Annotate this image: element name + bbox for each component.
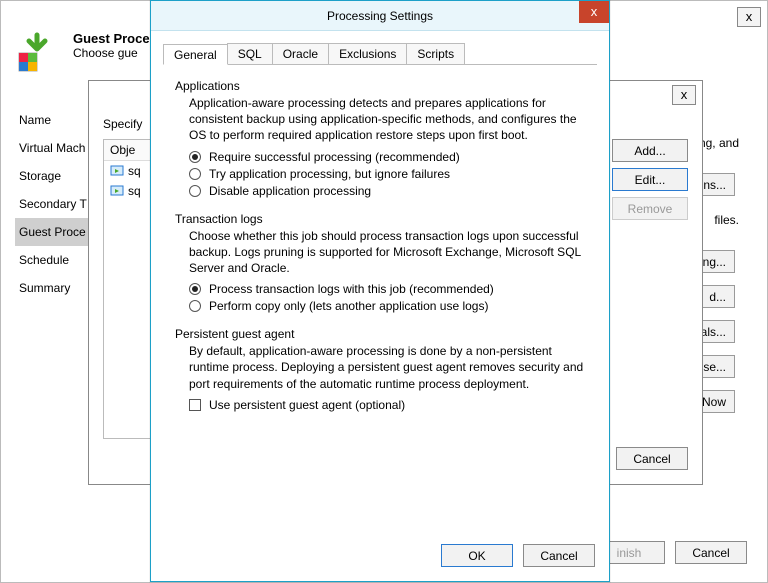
- radio-icon: [189, 300, 201, 312]
- radio-process-logs[interactable]: Process transaction logs with this job (…: [189, 282, 589, 296]
- radio-icon: [189, 168, 201, 180]
- radio-label: Process transaction logs with this job (…: [209, 282, 494, 296]
- list-item-label: sq: [128, 164, 141, 178]
- section-transaction-logs: Transaction logs Choose whether this job…: [163, 212, 597, 314]
- cancel-button[interactable]: Cancel: [616, 447, 688, 470]
- radio-copy-only[interactable]: Perform copy only (lets another applicat…: [189, 299, 589, 313]
- list-item-label: sq: [128, 184, 141, 198]
- dialog-body: General SQL Oracle Exclusions Scripts Ap…: [163, 43, 597, 531]
- tab-oracle[interactable]: Oracle: [272, 43, 329, 64]
- close-button[interactable]: x: [672, 85, 696, 105]
- ok-button[interactable]: OK: [441, 544, 513, 567]
- radio-label: Require successful processing (recommend…: [209, 150, 460, 164]
- tab-strip: General SQL Oracle Exclusions Scripts: [163, 43, 597, 65]
- wizard-footer: inish Cancel: [593, 541, 747, 564]
- radio-disable[interactable]: Disable application processing: [189, 184, 589, 198]
- radio-icon: [189, 283, 201, 295]
- tab-general[interactable]: General: [163, 44, 228, 65]
- objects-footer: Cancel: [616, 447, 688, 470]
- radio-label: Disable application processing: [209, 184, 371, 198]
- edit-button[interactable]: Edit...: [612, 168, 688, 191]
- dialog-titlebar[interactable]: Processing Settings x: [151, 1, 609, 31]
- radio-icon: [189, 185, 201, 197]
- radio-label: Perform copy only (lets another applicat…: [209, 299, 488, 313]
- radio-icon: [189, 151, 201, 163]
- section-description: By default, application-aware processing…: [189, 343, 589, 392]
- vm-icon: [110, 184, 124, 198]
- close-button[interactable]: x: [737, 7, 761, 27]
- processing-settings-dialog: Processing Settings x General SQL Oracle…: [150, 0, 610, 582]
- dialog-title: Processing Settings: [327, 9, 433, 23]
- checkbox-label: Use persistent guest agent (optional): [209, 398, 405, 412]
- section-persistent-agent: Persistent guest agent By default, appli…: [163, 327, 597, 412]
- tab-sql[interactable]: SQL: [227, 43, 273, 64]
- checkbox-icon: [189, 399, 201, 411]
- vm-icon: [110, 164, 124, 178]
- objects-buttons: Add... Edit... Remove: [612, 139, 688, 226]
- section-description: Application-aware processing detects and…: [189, 95, 589, 144]
- checkbox-persistent-agent[interactable]: Use persistent guest agent (optional): [189, 398, 589, 412]
- close-button[interactable]: x: [579, 1, 609, 23]
- tab-exclusions[interactable]: Exclusions: [328, 43, 407, 64]
- objects-caption: Specify: [103, 117, 142, 131]
- wizard-icon: [15, 31, 59, 75]
- section-heading: Persistent guest agent: [175, 327, 589, 341]
- cancel-button[interactable]: Cancel: [675, 541, 747, 564]
- dialog-footer: OK Cancel: [441, 544, 595, 567]
- remove-button[interactable]: Remove: [612, 197, 688, 220]
- cancel-button[interactable]: Cancel: [523, 544, 595, 567]
- radio-require-success[interactable]: Require successful processing (recommend…: [189, 150, 589, 164]
- radio-try-ignore[interactable]: Try application processing, but ignore f…: [189, 167, 589, 181]
- radio-label: Try application processing, but ignore f…: [209, 167, 450, 181]
- section-description: Choose whether this job should process t…: [189, 228, 589, 277]
- section-heading: Transaction logs: [175, 212, 589, 226]
- add-button[interactable]: Add...: [612, 139, 688, 162]
- section-heading: Applications: [175, 79, 589, 93]
- section-applications: Applications Application-aware processin…: [163, 79, 597, 198]
- tab-scripts[interactable]: Scripts: [406, 43, 465, 64]
